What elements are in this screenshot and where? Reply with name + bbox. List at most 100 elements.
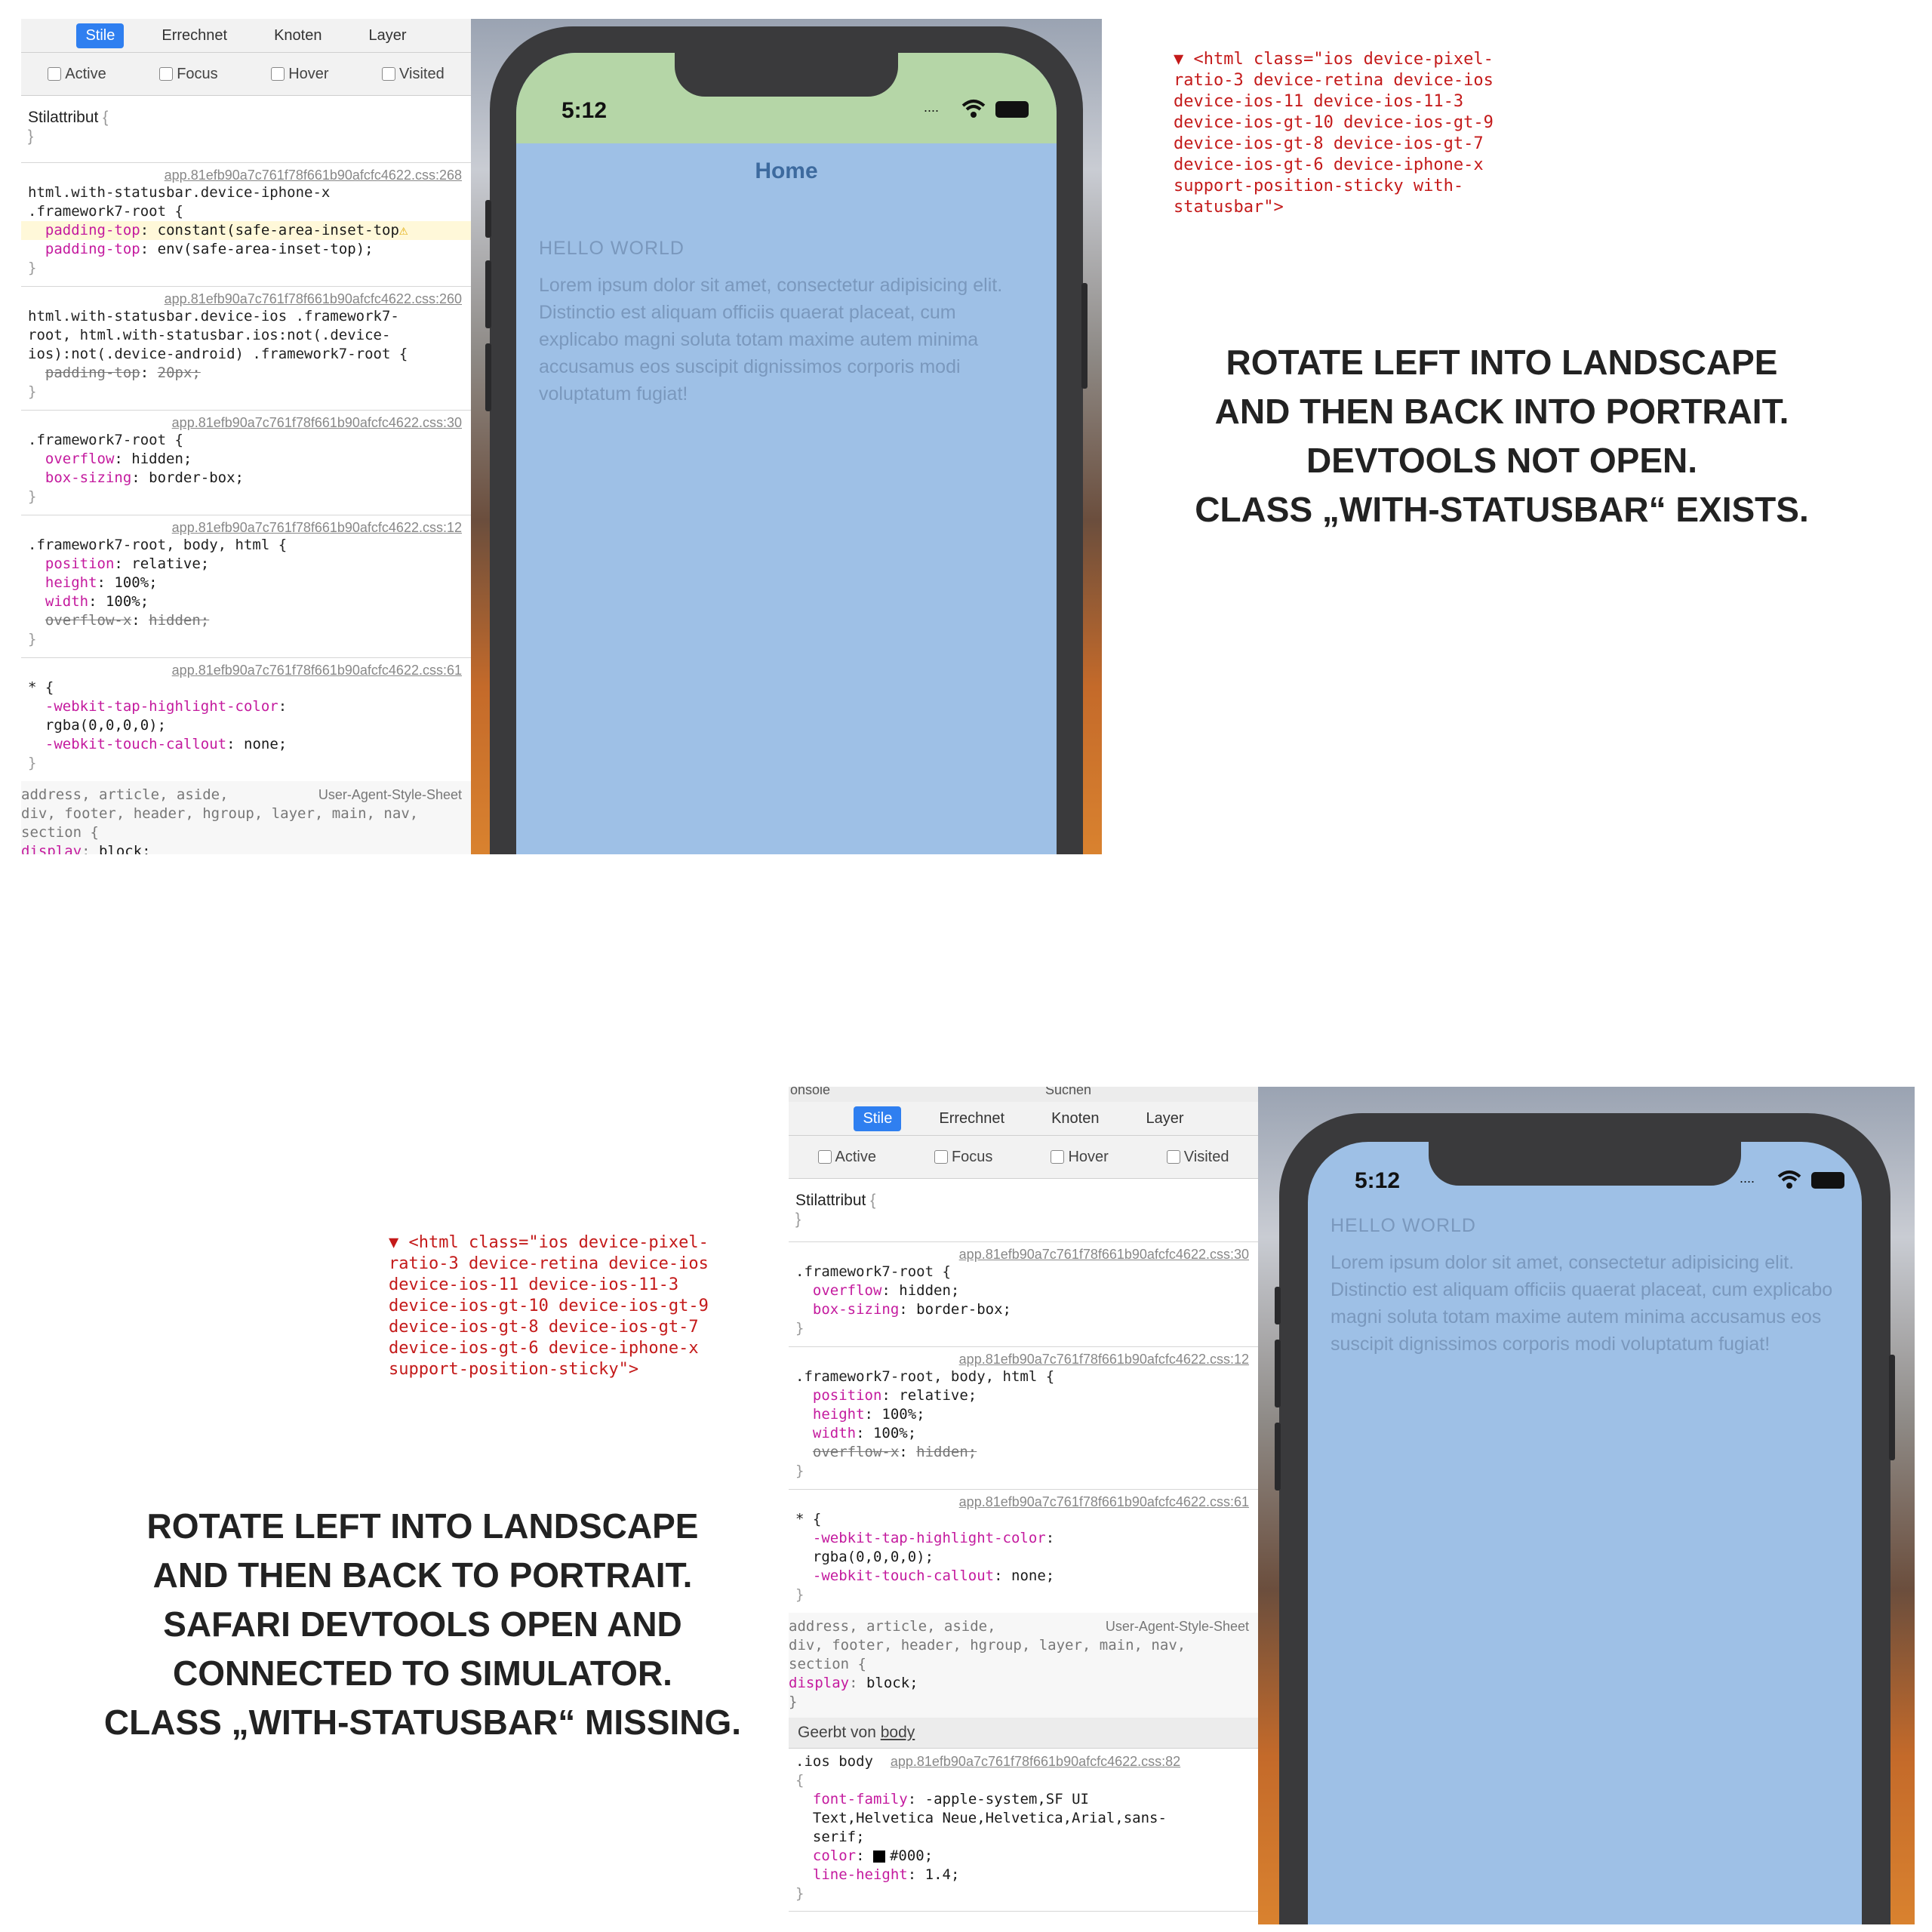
focus-checkbox[interactable]: Focus xyxy=(934,1149,992,1166)
css-property: overflow xyxy=(812,1282,882,1299)
css-rule: app.81efb90a7c761f78f661b90afcfc4622.css… xyxy=(21,410,471,515)
css-source-link[interactable]: app.81efb90a7c761f78f661b90afcfc4622.css… xyxy=(21,657,471,678)
css-value: 20px; xyxy=(157,365,201,381)
user-agent-rule: address, article, aside, User-Agent-Style… xyxy=(21,781,471,854)
css-property: -webkit-tap-highlight-color xyxy=(812,1530,1046,1546)
content-heading: HELLO WORLD xyxy=(539,238,685,259)
battery-icon xyxy=(1811,1172,1844,1189)
css-source-link[interactable]: app.81efb90a7c761f78f661b90afcfc4622.css… xyxy=(21,410,471,431)
tab-errechnet[interactable]: Errechnet xyxy=(930,1106,1014,1131)
visited-checkbox[interactable]: Visited xyxy=(1166,1149,1229,1166)
css-value: Text,Helvetica Neue,Helvetica,Arial,sans… xyxy=(812,1810,1167,1826)
search-field[interactable]: Suchen xyxy=(1045,1087,1091,1098)
css-rule: app.81efb90a7c761f78f661b90afcfc4622.css… xyxy=(789,1489,1258,1614)
css-declaration: -webkit-touch-callout: none; xyxy=(812,1567,1055,1584)
css-declaration: -webkit-tap-highlight-color: xyxy=(812,1530,1063,1546)
css-source-link[interactable]: app.81efb90a7c761f78f661b90afcfc4622.css… xyxy=(21,286,471,307)
devtools-tabbar: Stile Errechnet Knoten Layer xyxy=(21,19,471,53)
power-button xyxy=(1889,1355,1895,1460)
side-button xyxy=(485,200,491,238)
css-property: -webkit-tap-highlight-color xyxy=(45,698,278,715)
css-property: width xyxy=(812,1425,857,1441)
css-selector: div, footer, header, hgroup, layer, main… xyxy=(789,1637,1186,1654)
css-property: padding-top xyxy=(45,365,140,381)
cellular-signal-icon: .... xyxy=(1740,1171,1755,1186)
css-declaration: position: relative; xyxy=(812,1387,977,1404)
css-rule-close: } xyxy=(789,1694,798,1710)
css-declaration: color: #000; xyxy=(812,1847,934,1864)
pseudo-class-toggles: Active Focus Hover Visited xyxy=(21,53,471,96)
tab-knoten[interactable]: Knoten xyxy=(265,23,331,48)
devtools-top-strip: onsole Suchen xyxy=(789,1087,1258,1102)
css-rule: app.81efb90a7c761f78f661b90afcfc4622.css… xyxy=(21,286,471,411)
css-declaration: font-family: -apple-system,SF UI xyxy=(812,1791,1089,1807)
notch xyxy=(675,53,898,97)
tab-errechnet[interactable]: Errechnet xyxy=(152,23,236,48)
user-agent-stylesheet-label: User-Agent-Style-Sheet xyxy=(1105,1619,1249,1634)
css-selector: .framework7-root { xyxy=(28,203,183,220)
css-property: position xyxy=(45,555,115,572)
notch xyxy=(1429,1142,1741,1186)
css-property: box-sizing xyxy=(45,469,132,486)
css-rule: app.81efb90a7c761f78f661b90afcfc4622.css… xyxy=(21,657,471,782)
visited-checkbox[interactable]: Visited xyxy=(382,66,445,83)
css-property: box-sizing xyxy=(812,1301,900,1318)
css-selector: * { xyxy=(795,1511,822,1527)
css-rule: .ios body app.81efb90a7c761f78f661b90afc… xyxy=(789,1748,1258,1912)
phone-screen: 5:12 .... HELLO WORLD Lorem ipsum dolor … xyxy=(1308,1142,1862,1924)
css-declaration: display: block; xyxy=(21,842,471,854)
css-declaration: overflow: hidden; xyxy=(812,1282,960,1299)
css-selector: address, article, aside, User-Agent-Style… xyxy=(789,1613,1258,1636)
css-property: position xyxy=(812,1387,882,1404)
css-rule-open: { xyxy=(795,1772,804,1789)
user-agent-rule: address, article, aside, User-Agent-Style… xyxy=(789,1613,1258,1718)
active-checkbox[interactable]: Active xyxy=(817,1149,876,1166)
hover-checkbox[interactable]: Hover xyxy=(271,66,329,83)
css-declaration: padding-top: 20px; xyxy=(45,365,201,381)
css-source-link[interactable]: app.81efb90a7c761f78f661b90afcfc4622.css… xyxy=(21,515,471,536)
css-rule-close: } xyxy=(795,1885,804,1902)
css-declaration: rgba(0,0,0,0); xyxy=(21,716,471,735)
css-source-link[interactable]: app.81efb90a7c761f78f661b90afcfc4622.css… xyxy=(789,1346,1258,1367)
inherited-label: Geerbt von xyxy=(798,1724,881,1741)
css-property: height xyxy=(45,574,97,591)
css-rule-close: } xyxy=(28,260,37,276)
css-property: display xyxy=(789,1675,850,1691)
tab-layer[interactable]: Layer xyxy=(359,23,415,48)
css-selector: .framework7-root, body, html { xyxy=(795,1368,1055,1385)
css-value: border-box; xyxy=(149,469,245,486)
checkbox-icon xyxy=(934,1150,948,1164)
volume-down-button xyxy=(485,343,491,411)
content-paragraph: Lorem ipsum dolor sit amet, consectetur … xyxy=(539,275,1003,405)
css-source-link[interactable]: app.81efb90a7c761f78f661b90afcfc4622.css… xyxy=(21,162,471,183)
devtools-styles-panel-bottom: onsole Suchen Stile Errechnet Knoten Lay… xyxy=(789,1087,1259,1924)
volume-down-button xyxy=(1275,1423,1281,1491)
checkbox-icon xyxy=(48,67,62,81)
css-value: 100%; xyxy=(105,593,149,610)
css-selector: section { xyxy=(789,1656,866,1672)
inherited-body-link[interactable]: body xyxy=(881,1724,915,1741)
active-checkbox[interactable]: Active xyxy=(48,66,106,83)
tab-stile[interactable]: Stile xyxy=(76,23,125,48)
devtools-styles-panel-top: Stile Errechnet Knoten Layer Active Focu… xyxy=(21,19,472,854)
css-value: block; xyxy=(866,1675,918,1691)
style-attribute-rule: Stilattribut { } xyxy=(789,1185,1258,1242)
focus-checkbox[interactable]: Focus xyxy=(159,66,218,83)
css-source-link[interactable]: app.81efb90a7c761f78f661b90afcfc4622.css… xyxy=(789,1241,1258,1263)
css-value: hidden; xyxy=(131,451,192,467)
tab-layer[interactable]: Layer xyxy=(1137,1106,1192,1131)
css-selector: .framework7-root, body, html { xyxy=(28,537,288,553)
css-rule: app.81efb90a7c761f78f661b90afcfc4622.css… xyxy=(21,515,471,658)
navbar-title: Home xyxy=(755,158,818,183)
tab-knoten[interactable]: Knoten xyxy=(1042,1106,1108,1131)
css-source-link[interactable]: app.81efb90a7c761f78f661b90afcfc4622.css… xyxy=(891,1754,1180,1769)
css-property: width xyxy=(45,593,89,610)
tab-stile[interactable]: Stile xyxy=(854,1106,902,1131)
status-time: 5:12 xyxy=(561,98,608,123)
console-tab[interactable]: onsole xyxy=(790,1087,830,1098)
css-declaration: box-sizing: border-box; xyxy=(812,1301,1012,1318)
css-source-link[interactable]: app.81efb90a7c761f78f661b90afcfc4622.css… xyxy=(789,1489,1258,1510)
css-value: hidden; xyxy=(149,612,210,629)
css-value: rgba(0,0,0,0); xyxy=(45,717,167,734)
hover-checkbox[interactable]: Hover xyxy=(1051,1149,1109,1166)
